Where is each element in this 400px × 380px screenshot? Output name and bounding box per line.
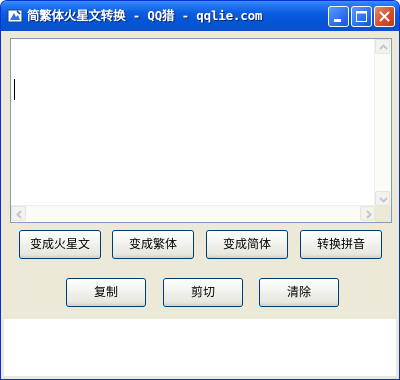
app-icon	[7, 8, 23, 24]
to-traditional-button[interactable]: 变成繁体	[112, 230, 194, 259]
close-button[interactable]	[374, 6, 395, 27]
chevron-left-icon	[16, 210, 22, 219]
bottom-panel	[4, 319, 396, 376]
to-martian-button[interactable]: 变成火星文	[19, 230, 101, 259]
app-window: 简繁体火星文转换 - QQ猎 - qqlie.com 变成火星文 变成繁体 变成…	[0, 0, 400, 380]
scrollbar-corner	[375, 206, 391, 222]
scroll-down-button[interactable]	[375, 191, 390, 206]
clear-button[interactable]: 清除	[259, 278, 339, 307]
scroll-right-button[interactable]	[360, 206, 375, 221]
title-bar[interactable]: 简繁体火星文转换 - QQ猎 - qqlie.com	[1, 1, 399, 31]
scroll-up-button[interactable]	[375, 39, 390, 54]
text-caret	[14, 79, 15, 100]
copy-button[interactable]: 复制	[66, 278, 146, 307]
client-area: 变成火星文 变成繁体 变成简体 转换拼音 复制 剪切 清除	[4, 31, 396, 376]
to-simplified-button[interactable]: 变成简体	[206, 230, 288, 259]
window-title: 简繁体火星文转换 - QQ猎 - qqlie.com	[27, 8, 263, 23]
chevron-up-icon	[379, 44, 388, 50]
maximize-icon	[356, 11, 367, 22]
scroll-left-button[interactable]	[11, 206, 26, 221]
cut-button[interactable]: 剪切	[163, 278, 243, 307]
to-pinyin-button[interactable]: 转换拼音	[300, 230, 382, 259]
maximize-button[interactable]	[351, 6, 372, 27]
vertical-scrollbar[interactable]	[374, 39, 391, 206]
chevron-down-icon	[379, 197, 388, 203]
minimize-button[interactable]	[328, 6, 349, 27]
horizontal-scrollbar[interactable]	[11, 205, 375, 222]
minimize-icon	[334, 19, 341, 22]
close-icon	[379, 11, 390, 22]
text-editor[interactable]	[10, 38, 392, 223]
chevron-right-icon	[366, 210, 372, 219]
